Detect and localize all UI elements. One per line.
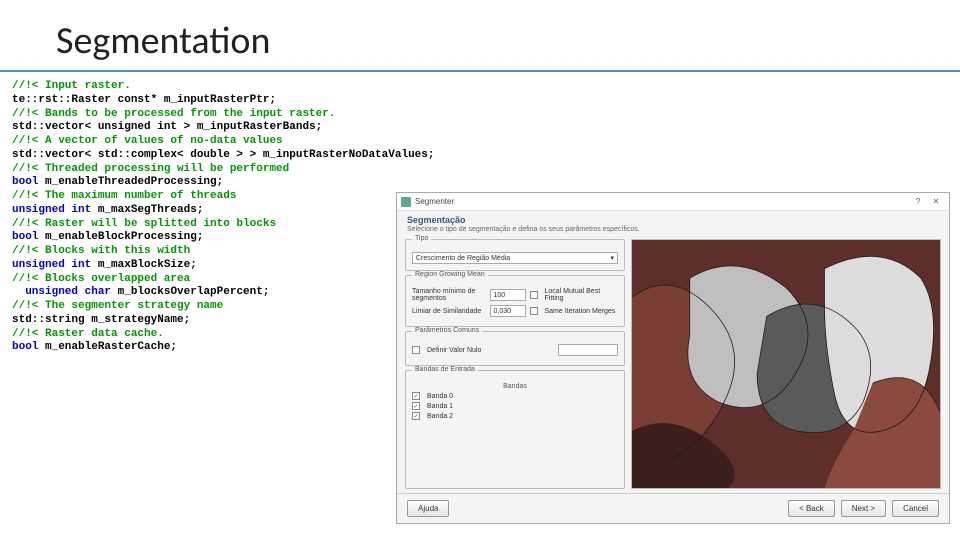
sim-input[interactable]: 0,030 (490, 305, 526, 317)
code-line: //!< Input raster. (12, 80, 960, 94)
min-seg-input[interactable]: 100 (490, 289, 526, 301)
band-checkbox[interactable]: ✓ (412, 402, 420, 410)
code-line: //!< A vector of values of no-data value… (12, 135, 960, 149)
band-checkbox[interactable]: ✓ (412, 392, 420, 400)
band-label: Banda 2 (427, 413, 453, 420)
code-line: std::vector< unsigned int > m_inputRaste… (12, 121, 960, 135)
window-app-icon (401, 197, 411, 207)
min-seg-label: Tamanho mínimo de segmentos (412, 288, 486, 302)
preview-canvas[interactable] (632, 240, 940, 488)
type-group: Tipo Crescimento de Região Média ▾ (405, 239, 625, 271)
list-item[interactable]: ✓ Banda 2 (412, 412, 618, 420)
code-line: //!< Bands to be processed from the inpu… (12, 108, 960, 122)
segmenter-dialog: Segmenter ? ✕ Segmentação Selecione o ti… (396, 192, 950, 524)
band-list: ✓ Banda 0 ✓ Banda 1 ✓ Banda 2 (412, 392, 618, 422)
dialog-header-title: Segmentação (407, 215, 939, 225)
sim-label: Limiar de Similaridade (412, 308, 486, 315)
preview-pane: Pré-operação ✓ Reamostragem... (631, 239, 941, 489)
window-title: Segmenter (415, 197, 909, 206)
help-icon[interactable]: ? (909, 197, 927, 206)
dialog-header: Segmentação Selecione o tipo de segmenta… (397, 211, 949, 235)
band-checkbox[interactable]: ✓ (412, 412, 420, 420)
best-fit-checkbox[interactable] (530, 291, 538, 299)
close-icon[interactable]: ✕ (927, 197, 945, 206)
dialog-footer: Ajuda < Back Next > Cancel (397, 493, 949, 523)
list-item[interactable]: ✓ Banda 1 (412, 402, 618, 410)
input-bands-legend: Bandas de Entrada (412, 366, 478, 373)
code-line: te::rst::Raster const* m_inputRasterPtr; (12, 94, 960, 108)
common-params-group: Parâmetros Comuns Definir Valor Nulo (405, 331, 625, 366)
code-line: std::vector< std::complex< double > > m_… (12, 149, 960, 163)
region-growing-group: Region Growing Mean Tamanho mínimo de se… (405, 275, 625, 327)
list-item[interactable]: ✓ Banda 0 (412, 392, 618, 400)
type-select-value: Crescimento de Região Média (416, 255, 510, 262)
cancel-button[interactable]: Cancel (892, 500, 939, 517)
bands-header: Bandas (412, 383, 618, 390)
type-select[interactable]: Crescimento de Região Média ▾ (412, 252, 618, 264)
iter-merge-label: Same Iteration Merges (545, 308, 619, 315)
common-legend: Parâmetros Comuns (412, 327, 482, 334)
chevron-down-icon: ▾ (610, 254, 614, 262)
iter-merge-checkbox[interactable] (530, 307, 538, 315)
novalue-checkbox[interactable] (412, 346, 420, 354)
band-label: Banda 1 (427, 403, 453, 410)
back-button[interactable]: < Back (788, 500, 835, 517)
help-button[interactable]: Ajuda (407, 500, 449, 517)
novalue-input[interactable] (558, 344, 618, 356)
code-line: bool m_enableThreadedProcessing; (12, 176, 960, 190)
band-label: Banda 0 (427, 393, 453, 400)
best-fit-label: Local Mutual Best Fitting (545, 288, 619, 302)
next-button[interactable]: Next > (841, 500, 886, 517)
input-bands-group: Bandas de Entrada Bandas ✓Banda 0 ✓Banda… (405, 370, 625, 489)
dialog-titlebar: Segmenter ? ✕ (397, 193, 949, 211)
dialog-header-desc: Selecione o tipo de segmentação e defina… (407, 226, 939, 233)
code-line: //!< Threaded processing will be perform… (12, 163, 960, 177)
region-legend: Region Growing Mean (412, 271, 488, 278)
slide-title: Segmentation (0, 0, 960, 72)
novalue-label: Definir Valor Nulo (427, 347, 554, 354)
type-legend: Tipo (412, 235, 431, 242)
